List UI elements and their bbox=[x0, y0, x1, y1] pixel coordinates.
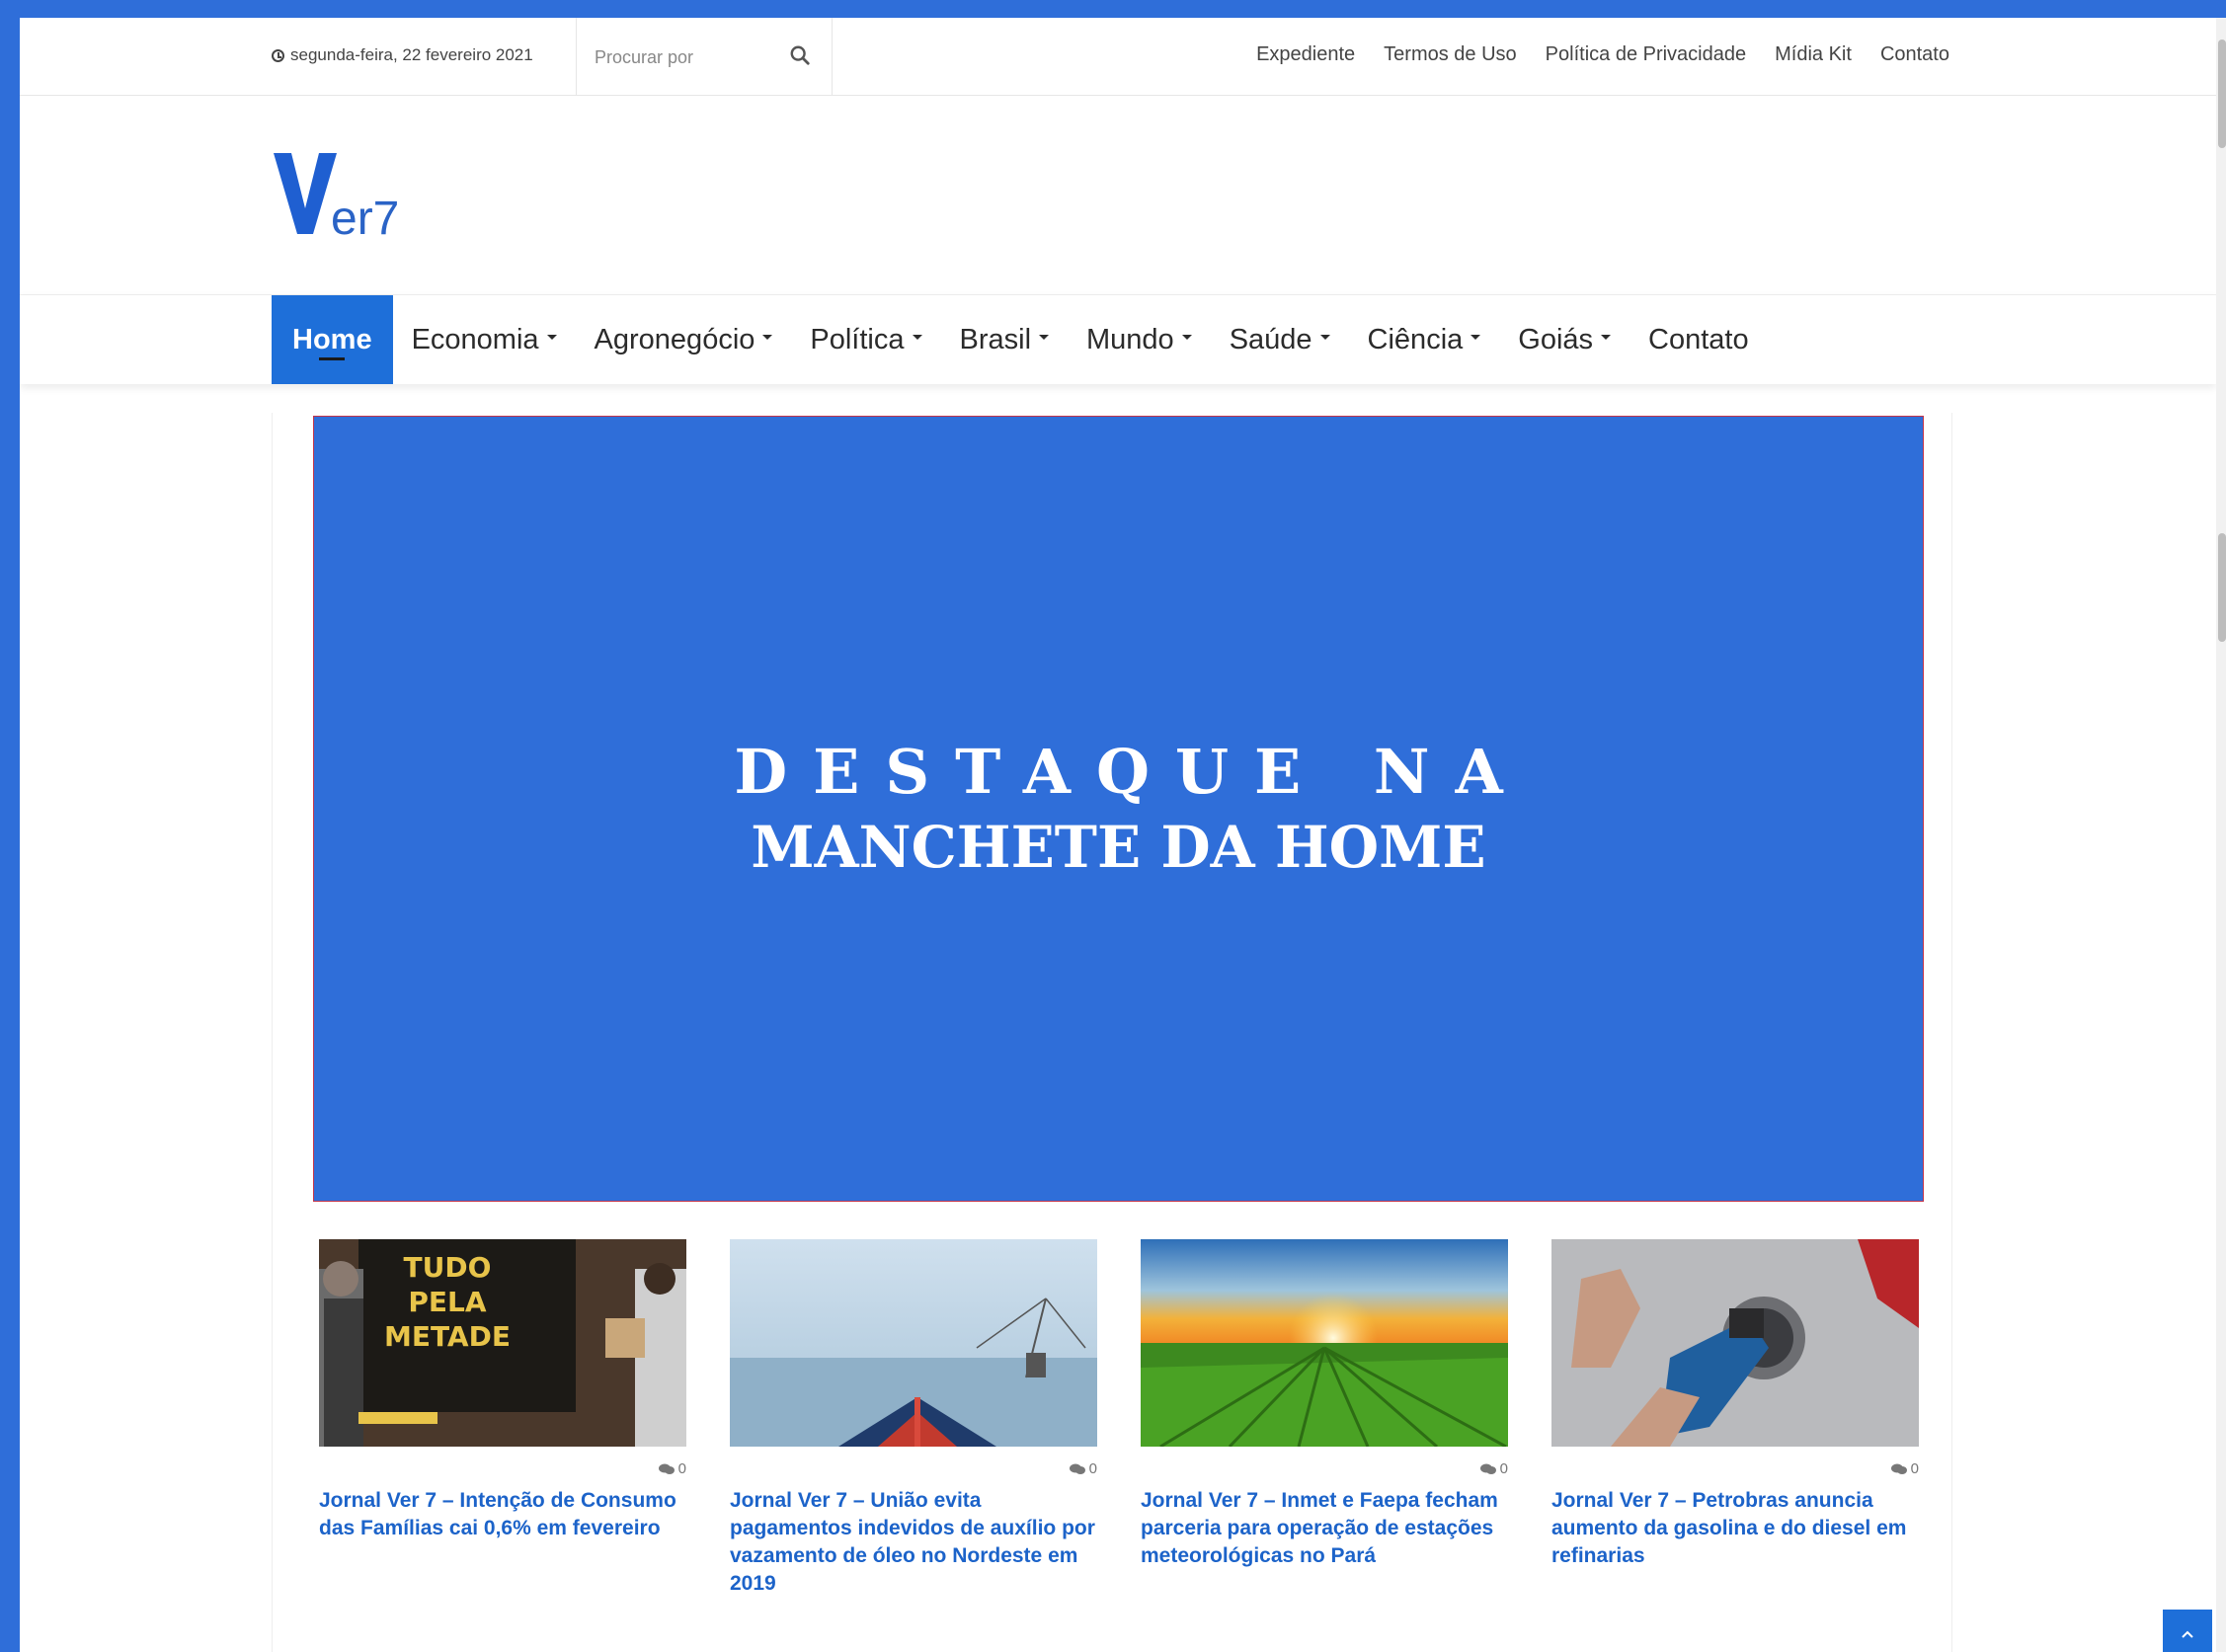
nav-politica-label: Política bbox=[810, 323, 905, 355]
nav-brasil-label: Brasil bbox=[959, 323, 1032, 355]
comments-icon bbox=[1890, 1463, 1907, 1474]
logo-graphic: er7 bbox=[274, 153, 399, 245]
search-input[interactable] bbox=[593, 41, 784, 73]
comments-icon bbox=[1069, 1463, 1085, 1474]
toplink-midia-kit[interactable]: Mídia Kit bbox=[1775, 43, 1852, 66]
chevron-up-icon bbox=[2182, 1630, 2193, 1638]
scrollbar-thumb[interactable] bbox=[2218, 533, 2226, 642]
caret-down-icon bbox=[1471, 334, 1481, 340]
nav-agronegocio-label: Agronegócio bbox=[594, 323, 755, 355]
caret-down-icon bbox=[762, 334, 773, 340]
main-nav: Home Economia Agronegócio Política Brasi… bbox=[20, 294, 2216, 384]
nav-economia[interactable]: Economia bbox=[393, 295, 576, 384]
nav-saude[interactable]: Saúde bbox=[1211, 295, 1349, 384]
comment-count: 0 bbox=[1141, 1460, 1508, 1477]
page-scrollbar[interactable] bbox=[2216, 18, 2226, 1652]
comment-count: 0 bbox=[319, 1460, 686, 1477]
comment-count: 0 bbox=[1551, 1460, 1919, 1477]
toplink-privacidade[interactable]: Política de Privacidade bbox=[1546, 43, 1746, 66]
browser-viewport: segunda-feira, 22 fevereiro 2021 Expedie… bbox=[20, 18, 2216, 1652]
toplink-termos[interactable]: Termos de Uso bbox=[1384, 43, 1517, 66]
article-title-link[interactable]: Jornal Ver 7 – Intenção de Consumo das F… bbox=[319, 1487, 686, 1542]
search-icon[interactable] bbox=[789, 44, 811, 66]
comments-icon bbox=[658, 1463, 675, 1474]
nav-mundo-label: Mundo bbox=[1086, 323, 1174, 355]
nav-ciencia[interactable]: Ciência bbox=[1349, 295, 1500, 384]
scroll-to-top-button[interactable] bbox=[2163, 1610, 2212, 1652]
article-title-link[interactable]: Jornal Ver 7 – Inmet e Faepa fecham parc… bbox=[1141, 1487, 1508, 1570]
article-title-link[interactable]: Jornal Ver 7 – Petrobras anuncia aumento… bbox=[1551, 1487, 1919, 1570]
comment-count-value: 0 bbox=[677, 1460, 686, 1477]
caret-down-icon bbox=[912, 334, 922, 340]
date-text: segunda-feira, 22 fevereiro 2021 bbox=[290, 45, 533, 64]
comment-count-value: 0 bbox=[1910, 1460, 1919, 1477]
comment-count-value: 0 bbox=[1499, 1460, 1508, 1477]
clock-icon bbox=[272, 48, 284, 62]
caret-down-icon bbox=[1039, 334, 1050, 340]
toplink-expediente[interactable]: Expediente bbox=[1256, 43, 1355, 66]
article-card: 0 Jornal Ver 7 – União evita pagamentos … bbox=[730, 1239, 1097, 1598]
current-date: segunda-feira, 22 fevereiro 2021 bbox=[272, 45, 533, 65]
fuel-nozzle-thumbnail[interactable] bbox=[1551, 1239, 1919, 1447]
article-title-link[interactable]: Jornal Ver 7 – União evita pagamentos in… bbox=[730, 1487, 1097, 1598]
nav-mundo[interactable]: Mundo bbox=[1068, 295, 1211, 384]
nav-saude-label: Saúde bbox=[1229, 323, 1312, 355]
comment-count: 0 bbox=[730, 1460, 1097, 1477]
boat-sea-thumbnail[interactable] bbox=[730, 1239, 1097, 1447]
nav-politica[interactable]: Política bbox=[791, 295, 940, 384]
article-card: 0 Jornal Ver 7 – Petrobras anuncia aumen… bbox=[1551, 1239, 1919, 1598]
hero-title-line1: DESTAQUE NA bbox=[734, 736, 1529, 808]
nav-contato-label: Contato bbox=[1648, 323, 1749, 355]
nav-home-label: Home bbox=[292, 323, 372, 355]
site-logo[interactable]: er7 bbox=[272, 151, 410, 245]
top-links: Expediente Termos de Uso Política de Pri… bbox=[1256, 43, 1949, 66]
field-sunset-thumbnail[interactable] bbox=[1141, 1239, 1508, 1447]
svg-text:PELA: PELA bbox=[408, 1286, 486, 1318]
caret-down-icon bbox=[1181, 334, 1192, 340]
store-sale-thumbnail[interactable]: TUDO PELA METADE bbox=[319, 1239, 686, 1447]
nav-economia-label: Economia bbox=[411, 323, 539, 355]
svg-text:er7: er7 bbox=[331, 193, 399, 240]
nav-agronegocio[interactable]: Agronegócio bbox=[576, 295, 792, 384]
nav-contato[interactable]: Contato bbox=[1630, 295, 1768, 384]
svg-text:TUDO: TUDO bbox=[404, 1251, 492, 1284]
comments-icon bbox=[1479, 1463, 1496, 1474]
nav-goias[interactable]: Goiás bbox=[1499, 295, 1630, 384]
article-grid: TUDO PELA METADE 0 Jornal Ver 7 – Intenç… bbox=[319, 1239, 1919, 1598]
nav-brasil[interactable]: Brasil bbox=[941, 295, 1069, 384]
comment-count-value: 0 bbox=[1088, 1460, 1097, 1477]
svg-text:METADE: METADE bbox=[384, 1320, 511, 1353]
top-bar: segunda-feira, 22 fevereiro 2021 Expedie… bbox=[20, 18, 2216, 96]
article-card: 0 Jornal Ver 7 – Inmet e Faepa fecham pa… bbox=[1141, 1239, 1508, 1598]
nav-goias-label: Goiás bbox=[1518, 323, 1594, 355]
nav-home[interactable]: Home bbox=[272, 295, 393, 384]
hero-title-line2: MANCHETE DA HOME bbox=[751, 814, 1486, 881]
caret-down-icon bbox=[546, 334, 557, 340]
nav-ciencia-label: Ciência bbox=[1367, 323, 1464, 355]
article-card: TUDO PELA METADE 0 Jornal Ver 7 – Intenç… bbox=[319, 1239, 686, 1598]
scrollbar-thumb[interactable] bbox=[2218, 39, 2226, 148]
search-box bbox=[576, 18, 833, 95]
caret-down-icon bbox=[1601, 334, 1612, 340]
toplink-contato[interactable]: Contato bbox=[1880, 43, 1949, 66]
caret-down-icon bbox=[1319, 334, 1330, 340]
hero-banner[interactable]: DESTAQUE NA MANCHETE DA HOME bbox=[313, 416, 1924, 1202]
